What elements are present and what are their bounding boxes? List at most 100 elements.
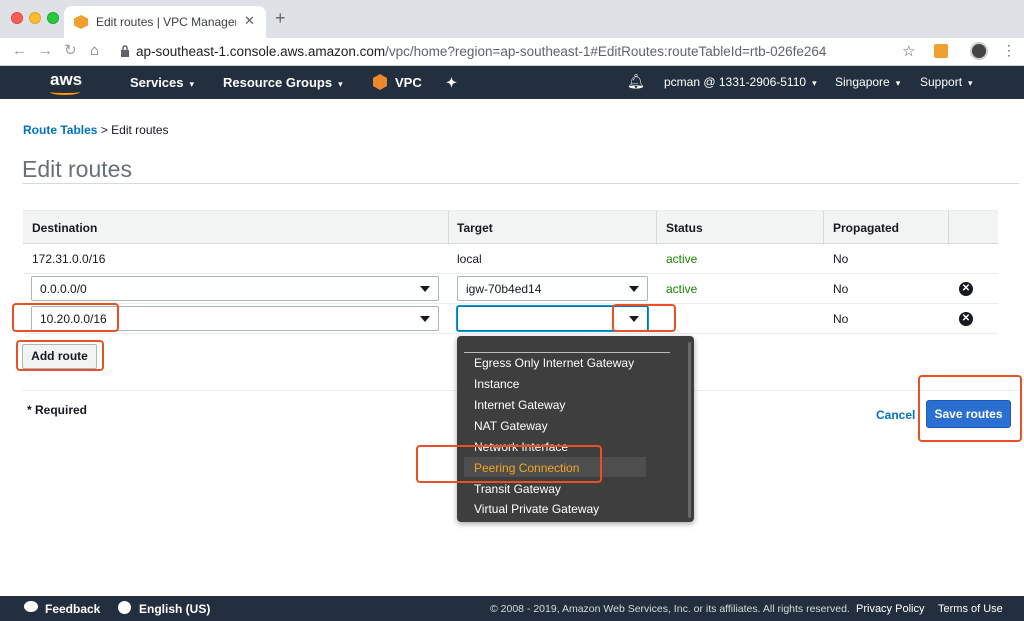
- back-arrow-icon[interactable]: ←: [12, 41, 27, 61]
- table-header: Destination Target Status Propagated: [23, 210, 998, 245]
- dropdown-separator: [464, 352, 670, 353]
- column-divider: [448, 211, 449, 245]
- header-destination: Destination: [32, 221, 98, 235]
- caret-down-icon: [420, 286, 430, 292]
- target-cell: local: [457, 252, 482, 266]
- aws-navbar: aws Services ▾ Resource Groups ▾ VPC ✦ 🔔︎ …: [0, 66, 1024, 99]
- reload-icon[interactable]: ↻: [64, 41, 77, 61]
- remove-route-icon[interactable]: ✕: [959, 312, 973, 326]
- propagated-cell: No: [833, 282, 849, 296]
- annotation-add-route-box: [16, 340, 104, 371]
- chevron-down-icon: ▾: [189, 79, 195, 89]
- resource-groups-label: Resource Groups: [223, 75, 333, 90]
- chevron-down-icon: ▾: [968, 78, 973, 88]
- browser-tab[interactable]: Edit routes | VPC Management ✕: [64, 6, 266, 38]
- destination-cell: 172.31.0.0/16: [32, 252, 106, 266]
- url-path: /vpc/home?region=ap-southeast-1#EditRout…: [385, 44, 827, 59]
- tab-title: Edit routes | VPC Management: [96, 15, 236, 29]
- speech-bubble-icon: [24, 601, 38, 612]
- footer: Feedback English (US) © 2008 - 2019, Ama…: [0, 596, 1024, 621]
- browser-menu-icon[interactable]: ⋮: [1002, 42, 1016, 59]
- dropdown-option[interactable]: Instance: [474, 377, 519, 391]
- support-menu[interactable]: Support ▾: [920, 75, 973, 89]
- status-cell: active: [666, 252, 698, 266]
- propagated-cell: No: [833, 252, 849, 266]
- bell-icon[interactable]: 🔔︎: [627, 73, 645, 90]
- breadcrumb: Route Tables > Edit routes: [23, 123, 169, 137]
- dropdown-option[interactable]: Egress Only Internet Gateway: [474, 356, 634, 370]
- dropdown-option[interactable]: Virtual Private Gateway: [474, 502, 599, 516]
- home-icon[interactable]: ⌂: [90, 41, 99, 61]
- maximize-window-button[interactable]: [47, 12, 59, 24]
- breadcrumb-separator: >: [97, 123, 112, 137]
- language-selector[interactable]: English (US): [139, 602, 210, 616]
- resource-groups-menu[interactable]: Resource Groups ▾: [223, 75, 343, 90]
- cancel-button[interactable]: Cancel: [876, 408, 915, 422]
- remove-route-icon[interactable]: ✕: [959, 282, 973, 296]
- services-menu[interactable]: Services ▾: [130, 75, 194, 90]
- page-title: Edit routes: [22, 156, 132, 182]
- url-host: ap-southeast-1.console.aws.amazon.com: [136, 44, 386, 59]
- globe-icon: [118, 601, 131, 614]
- bookmark-star-icon[interactable]: ☆: [902, 42, 915, 60]
- browser-toolbar: ← → ↻ ⌂ ap-southeast-1.console.aws.amazo…: [0, 38, 1024, 66]
- account-menu[interactable]: pcman @ 1331-2906-5110 ▾: [664, 75, 817, 89]
- copyright-text: © 2008 - 2019, Amazon Web Services, Inc.…: [490, 603, 850, 615]
- annotation-save-box: [918, 375, 1022, 442]
- dropdown-scrollbar[interactable]: [688, 342, 691, 518]
- annotation-target-arrow-box: [612, 304, 676, 332]
- annotation-peering-box: [416, 445, 602, 483]
- table-row: 172.31.0.0/16 local active No: [23, 244, 998, 274]
- destination-select[interactable]: 0.0.0.0/0: [31, 276, 439, 301]
- aws-favicon-icon: [74, 15, 88, 29]
- vpc-icon: [373, 74, 387, 90]
- aws-logo[interactable]: aws: [50, 70, 82, 90]
- profile-avatar[interactable]: [970, 42, 988, 60]
- header-target: Target: [457, 221, 493, 235]
- header-status: Status: [666, 221, 703, 235]
- pin-icon[interactable]: ✦: [446, 75, 457, 91]
- lock-icon: [121, 45, 129, 57]
- services-label: Services: [130, 75, 184, 90]
- forward-arrow-icon[interactable]: →: [38, 41, 53, 61]
- privacy-policy-link[interactable]: Privacy Policy: [856, 603, 924, 615]
- required-note: * Required: [27, 403, 88, 417]
- tab-close-icon[interactable]: ✕: [244, 13, 255, 29]
- region-label: Singapore: [835, 75, 890, 89]
- chevron-down-icon: ▾: [895, 78, 901, 88]
- new-tab-button[interactable]: +: [275, 9, 286, 27]
- column-divider: [656, 211, 657, 245]
- support-label: Support: [920, 75, 963, 89]
- vpc-shortcut[interactable]: VPC: [395, 75, 422, 90]
- dropdown-option[interactable]: NAT Gateway: [474, 419, 548, 433]
- address-bar[interactable]: ap-southeast-1.console.aws.amazon.com/vp…: [112, 40, 924, 64]
- region-menu[interactable]: Singapore ▾: [835, 75, 900, 89]
- caret-down-icon: [629, 286, 639, 292]
- annotation-destination-box: [12, 303, 119, 332]
- destination-value: 0.0.0.0/0: [40, 282, 87, 296]
- feedback-link[interactable]: Feedback: [45, 602, 100, 616]
- browser-tabbar: Edit routes | VPC Management ✕ +: [0, 0, 1024, 38]
- column-divider: [823, 211, 824, 245]
- propagated-cell: No: [833, 312, 849, 326]
- minimize-window-button[interactable]: [29, 12, 41, 24]
- target-select[interactable]: igw-70b4ed14: [457, 276, 648, 301]
- url-text: ap-southeast-1.console.aws.amazon.com/vp…: [136, 44, 826, 59]
- target-value: igw-70b4ed14: [466, 282, 542, 296]
- table-row: 10.20.0.0/16 No ✕: [23, 304, 998, 334]
- chevron-down-icon: ▾: [812, 78, 817, 88]
- terms-of-use-link[interactable]: Terms of Use: [938, 603, 1003, 615]
- caret-down-icon: [420, 316, 430, 322]
- status-cell: active: [666, 282, 698, 296]
- dropdown-option[interactable]: Transit Gateway: [474, 482, 561, 496]
- column-divider: [948, 211, 949, 245]
- account-label: pcman @ 1331-2906-5110: [664, 75, 807, 89]
- close-window-button[interactable]: [11, 12, 23, 24]
- aws-logo-smile: [50, 89, 80, 95]
- dropdown-option[interactable]: Internet Gateway: [474, 398, 565, 412]
- table-row: 0.0.0.0/0 igw-70b4ed14 active No ✕: [23, 274, 998, 304]
- breadcrumb-route-tables[interactable]: Route Tables: [23, 123, 97, 137]
- divider: [22, 183, 1019, 184]
- chevron-down-icon: ▾: [338, 79, 343, 89]
- extension-icon[interactable]: [934, 44, 948, 58]
